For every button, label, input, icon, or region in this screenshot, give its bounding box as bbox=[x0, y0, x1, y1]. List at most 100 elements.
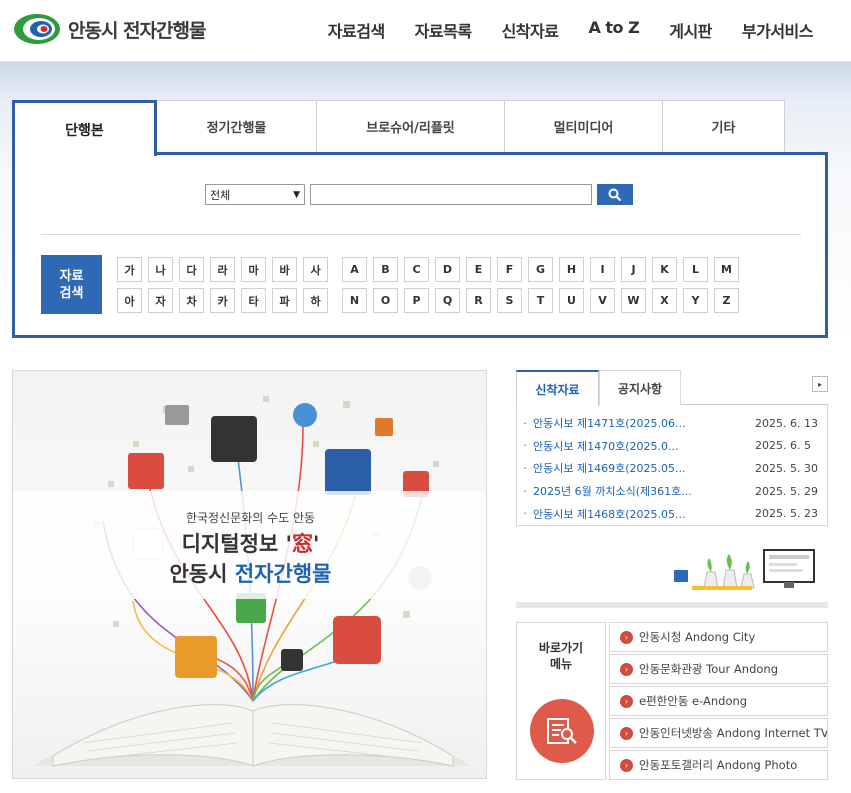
quick-link-photo[interactable]: › 안동포토갤러리 Andong Photo bbox=[609, 750, 828, 780]
index-key[interactable]: X bbox=[652, 288, 677, 313]
english-index-keys: A B C D E F G H I J K L M N O P Q R S T … bbox=[342, 257, 739, 313]
bullet-icon: · bbox=[523, 416, 527, 430]
banner-title-line2: 안동시 전자간행물 bbox=[13, 558, 486, 588]
index-key[interactable]: B bbox=[373, 257, 398, 282]
index-key[interactable]: J bbox=[621, 257, 646, 282]
index-key[interactable]: 사 bbox=[303, 257, 328, 282]
tab-periodicals[interactable]: 정기간행물 bbox=[157, 100, 317, 153]
index-key[interactable]: Z bbox=[714, 288, 739, 313]
quick-link-tour[interactable]: › 안동문화관광 Tour Andong bbox=[609, 654, 828, 684]
index-key[interactable]: R bbox=[466, 288, 491, 313]
index-key[interactable]: S bbox=[497, 288, 522, 313]
news-date: 2025. 6. 5 bbox=[755, 439, 811, 453]
index-key[interactable]: L bbox=[683, 257, 708, 282]
news-panel: 신착자료 공지사항 ▸ · 안동시보 제1471호(2025.06... 2025.… bbox=[516, 370, 828, 526]
index-key[interactable]: 아 bbox=[117, 288, 142, 313]
quick-link-eandong[interactable]: › e편한안동 e-Andong bbox=[609, 686, 828, 716]
tab-multimedia[interactable]: 멀티미디어 bbox=[505, 100, 663, 153]
index-key[interactable]: G bbox=[528, 257, 553, 282]
index-key[interactable]: 하 bbox=[303, 288, 328, 313]
index-key[interactable]: 타 bbox=[241, 288, 266, 313]
index-key[interactable]: M bbox=[714, 257, 739, 282]
index-key[interactable]: 카 bbox=[210, 288, 235, 313]
site-title: 안동시 전자간행물 bbox=[68, 19, 206, 42]
quick-link-label: 안동인터넷방송 Andong Internet TV bbox=[639, 726, 828, 740]
index-key[interactable]: 차 bbox=[179, 288, 204, 313]
index-key[interactable]: 가 bbox=[117, 257, 142, 282]
banner-subtitle: 한국정신문화의 수도 안동 bbox=[185, 511, 316, 525]
index-key[interactable]: E bbox=[466, 257, 491, 282]
category-tabs: 단행본 정기간행물 브로슈어/리플릿 멀티미디어 기타 bbox=[12, 100, 785, 156]
index-key[interactable]: Y bbox=[683, 288, 708, 313]
news-title[interactable]: 안동시보 제1469호(2025.05... bbox=[533, 460, 755, 476]
tab-books[interactable]: 단행본 bbox=[12, 100, 157, 156]
quick-link-city[interactable]: › 안동시청 Andong City bbox=[609, 622, 828, 652]
index-key[interactable]: W bbox=[621, 288, 646, 313]
index-key[interactable]: 자 bbox=[148, 288, 173, 313]
chevron-right-icon: › bbox=[620, 630, 633, 644]
search-scope-select[interactable]: 전체 ▼ bbox=[205, 184, 305, 205]
bullet-icon: · bbox=[523, 439, 527, 453]
header: 안동시 전자간행물 자료검색 자료목록 신착자료 A to Z 게시판 부가서비… bbox=[0, 0, 851, 62]
search-input[interactable] bbox=[310, 184, 592, 205]
main-nav: 자료검색 자료목록 신착자료 A to Z 게시판 부가서비스 bbox=[298, 18, 814, 42]
nav-new[interactable]: 신착자료 bbox=[502, 18, 559, 42]
tab-others[interactable]: 기타 bbox=[663, 100, 785, 153]
index-label-line2: 검색 bbox=[59, 285, 84, 301]
index-key[interactable]: D bbox=[435, 257, 460, 282]
andong-logo-icon bbox=[14, 14, 60, 44]
search-row: 전체 ▼ bbox=[205, 184, 633, 205]
bullet-icon: · bbox=[523, 461, 527, 475]
quick-link-label: 안동포토갤러리 Andong Photo bbox=[639, 758, 798, 772]
news-date: 2025. 5. 29 bbox=[755, 484, 818, 498]
site-logo[interactable]: 안동시 전자간행물 bbox=[12, 12, 206, 46]
banner-title2-prefix: 안동시 bbox=[169, 562, 235, 586]
news-title[interactable]: 안동시보 제1471호(2025.06... bbox=[533, 415, 755, 431]
nav-search[interactable]: 자료검색 bbox=[328, 18, 385, 42]
quick-link-label: 안동시청 Andong City bbox=[639, 630, 756, 644]
nav-board[interactable]: 게시판 bbox=[669, 18, 712, 42]
index-key[interactable]: P bbox=[404, 288, 429, 313]
index-key[interactable]: V bbox=[590, 288, 615, 313]
list-item[interactable]: · 안동시보 제1468호(2025.05... 2025. 5. 23 bbox=[517, 502, 827, 525]
more-icon[interactable]: ▸ bbox=[812, 376, 828, 392]
chevron-down-icon: ▼ bbox=[293, 189, 300, 200]
list-item[interactable]: · 안동시보 제1471호(2025.06... 2025. 6. 13 bbox=[517, 412, 827, 435]
index-key[interactable]: F bbox=[497, 257, 522, 282]
list-item[interactable]: · 안동시보 제1469호(2025.05... 2025. 5. 30 bbox=[517, 457, 827, 480]
index-key[interactable]: 나 bbox=[148, 257, 173, 282]
search-button[interactable] bbox=[597, 184, 633, 205]
index-key[interactable]: H bbox=[559, 257, 584, 282]
nav-atoz[interactable]: A to Z bbox=[588, 18, 639, 42]
list-item[interactable]: · 2025년 6월 까치소식(제361호... 2025. 5. 29 bbox=[517, 480, 827, 503]
index-key[interactable]: 다 bbox=[179, 257, 204, 282]
divider bbox=[41, 234, 801, 235]
nav-services[interactable]: 부가서비스 bbox=[742, 18, 814, 42]
news-title[interactable]: 안동시보 제1468호(2025.05... bbox=[533, 506, 755, 522]
index-key[interactable]: K bbox=[652, 257, 677, 282]
korean-index-keys: 가 나 다 라 마 바 사 아 자 차 카 타 파 하 bbox=[117, 257, 328, 313]
index-key[interactable]: N bbox=[342, 288, 367, 313]
news-title[interactable]: 안동시보 제1470호(2025.0... bbox=[533, 438, 755, 454]
index-key[interactable]: 라 bbox=[210, 257, 235, 282]
quick-link-tv[interactable]: › 안동인터넷방송 Andong Internet TV bbox=[609, 718, 828, 748]
index-key[interactable]: Q bbox=[435, 288, 460, 313]
index-key[interactable]: C bbox=[404, 257, 429, 282]
index-key[interactable]: I bbox=[590, 257, 615, 282]
index-key[interactable]: U bbox=[559, 288, 584, 313]
tab-brochures[interactable]: 브로슈어/리플릿 bbox=[317, 100, 505, 153]
index-key[interactable]: 마 bbox=[241, 257, 266, 282]
index-key[interactable]: 바 bbox=[272, 257, 297, 282]
main-banner[interactable]: 한국정신문화의 수도 안동 디지털정보 '窓' 안동시 전자간행물 bbox=[12, 370, 487, 779]
index-key[interactable]: 파 bbox=[272, 288, 297, 313]
index-key[interactable]: T bbox=[528, 288, 553, 313]
bullet-icon: · bbox=[523, 484, 527, 498]
nav-list[interactable]: 자료목록 bbox=[415, 18, 472, 42]
index-key[interactable]: O bbox=[373, 288, 398, 313]
tab-notices[interactable]: 공지사항 bbox=[599, 370, 681, 405]
chevron-right-icon: › bbox=[620, 758, 633, 772]
tab-new-arrivals[interactable]: 신착자료 bbox=[516, 370, 599, 406]
news-title[interactable]: 2025년 6월 까치소식(제361호... bbox=[533, 483, 755, 499]
list-item[interactable]: · 안동시보 제1470호(2025.0... 2025. 6. 5 bbox=[517, 435, 827, 458]
index-key[interactable]: A bbox=[342, 257, 367, 282]
